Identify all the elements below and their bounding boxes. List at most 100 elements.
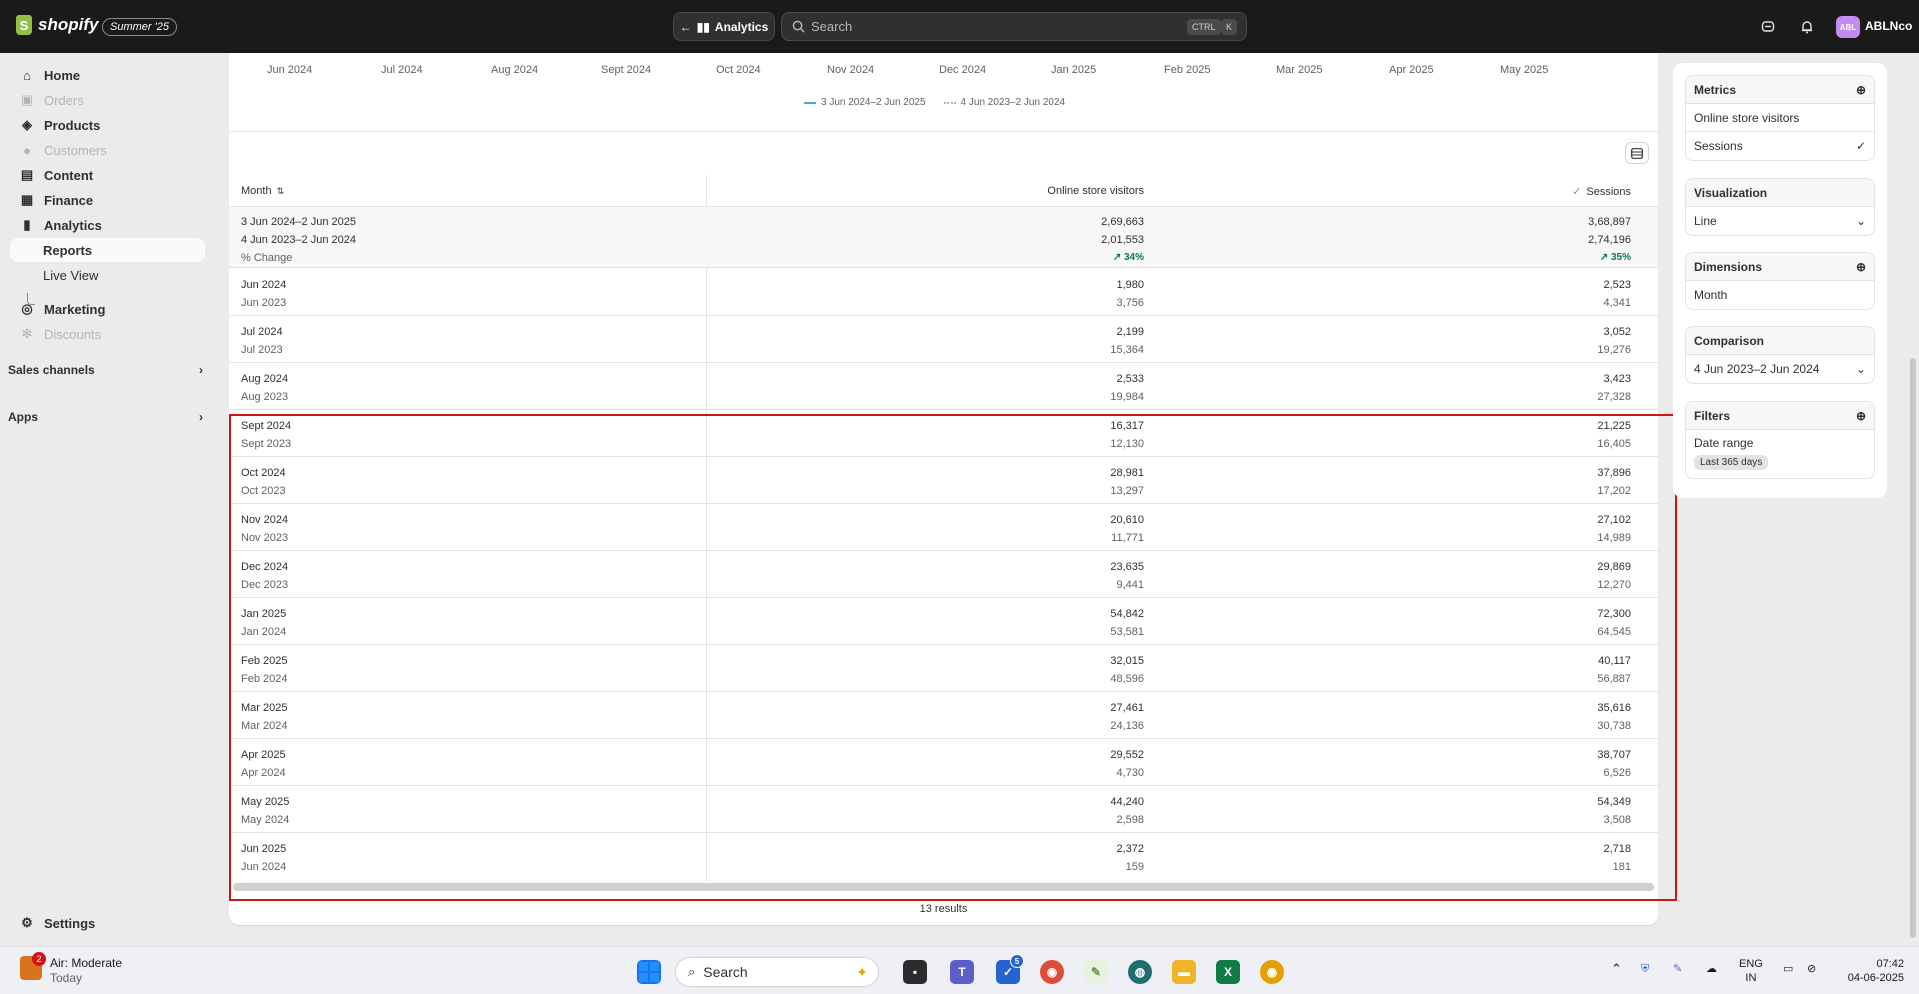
month-current: Mar 2025 <box>241 702 288 714</box>
sidebar-item-analytics[interactable]: ▮ Analytics <box>10 213 205 237</box>
todo-icon[interactable]: ✓ 5 <box>996 954 1024 984</box>
analytics-back-button[interactable]: ← ▮▮ Analytics <box>673 12 775 41</box>
store-name[interactable]: ABLNco <box>1865 19 1912 33</box>
chart-icon: ▮ <box>23 217 31 232</box>
volume-muted-icon[interactable]: ⊘ <box>1807 962 1816 976</box>
pen-app-icon[interactable]: ✎ <box>1084 960 1108 984</box>
visitors-previous: 159 <box>1125 861 1144 873</box>
column-header-visitors[interactable]: Online store visitors <box>1047 185 1144 197</box>
weather-widget[interactable]: 2 Air: Moderate Today <box>20 952 122 986</box>
apps-section[interactable]: Apps › <box>8 410 203 424</box>
comparison-select[interactable]: 4 Jun 2023–2 Jun 2024 ⌄ <box>1686 355 1874 383</box>
sidebar-item-marketing[interactable]: ◎ Marketing <box>10 297 205 321</box>
avatar[interactable]: ABL <box>1836 16 1860 38</box>
sidebar-item-home[interactable]: ⌂ Home <box>10 63 205 87</box>
arrow-up-right-icon: ↗ <box>1112 252 1122 263</box>
totals-row: 3 Jun 2024–2 Jun 2025 4 Jun 2023–2 Jun 2… <box>229 206 1658 268</box>
add-circle-icon[interactable]: ⊕ <box>1856 83 1866 97</box>
home-icon: ⌂ <box>23 67 31 83</box>
filter-date-range[interactable]: Date range Last 365 days <box>1686 430 1874 478</box>
display-icon[interactable]: ▭ <box>1783 962 1793 976</box>
sessions-previous: 17,202 <box>1597 485 1631 497</box>
sidebar-item-label: Content <box>44 167 94 183</box>
chrome-profile-icon[interactable]: ◉ <box>1260 960 1284 984</box>
lang-secondary: IN <box>1745 972 1757 984</box>
totals-sessions-change: ↗ 35% <box>1600 252 1631 263</box>
visitors-previous: 9,441 <box>1116 579 1144 591</box>
teams-icon[interactable]: T <box>950 960 974 984</box>
visitors-previous: 53,581 <box>1110 626 1144 638</box>
sidebar-item-content[interactable]: ▤ Content <box>10 163 205 187</box>
logo-text: shopify <box>38 15 99 34</box>
visitors-current: 54,842 <box>1110 608 1144 620</box>
taskbar-search[interactable]: ⌕ Search ✦ <box>675 957 879 987</box>
legend-current[interactable]: 3 Jun 2024–2 Jun 2025 <box>804 97 926 108</box>
x-tick: Feb 2025 <box>1164 64 1211 76</box>
notification-badge: 5 <box>1010 954 1024 968</box>
app-icon[interactable]: ◍ <box>1128 960 1152 984</box>
column-header-month[interactable]: Month ⇅ <box>241 185 284 197</box>
shopify-logo[interactable]: S shopify <box>16 15 98 35</box>
totals-change-label: % Change <box>241 252 293 264</box>
bell-icon[interactable] <box>1797 17 1817 37</box>
clock[interactable]: 07:42 04-06-2025 <box>1836 957 1904 985</box>
sales-channels-label: Sales channels <box>8 363 95 377</box>
metric-item-visitors[interactable]: Online store visitors <box>1686 104 1874 132</box>
task-view-icon[interactable]: ▪ <box>903 960 927 984</box>
add-circle-icon[interactable]: ⊕ <box>1856 409 1866 423</box>
vertical-scrollbar[interactable] <box>1910 358 1916 938</box>
table-row: Feb 2025 Feb 2024 32,015 48,596 40,117 56,887 <box>229 645 1658 692</box>
excel-icon[interactable]: X <box>1216 960 1240 984</box>
change-value: 35% <box>1610 252 1631 263</box>
metric-label: Sessions <box>1694 139 1743 153</box>
sidebar-item-label: Home <box>44 67 81 83</box>
chevron-up-icon[interactable]: ⌃ <box>1611 962 1622 976</box>
visualization-select[interactable]: Line ⌄ <box>1686 207 1874 235</box>
clock-date: 04-06-2025 <box>1847 972 1904 984</box>
search-input[interactable]: Search CTRL K <box>781 12 1247 41</box>
pen-icon[interactable]: ✎ <box>1673 962 1682 976</box>
metric-item-sessions[interactable]: Sessions ✓ <box>1686 132 1874 160</box>
month-previous: Jun 2024 <box>241 861 287 873</box>
cloud-offline-icon[interactable]: ☁ <box>1706 962 1717 976</box>
edition-badge: Summer '25 <box>102 18 177 36</box>
sidebar-item-finance[interactable]: ▦ Finance <box>10 188 205 212</box>
filter-chip[interactable]: Last 365 days <box>1694 455 1769 470</box>
add-circle-icon[interactable]: ⊕ <box>1856 260 1866 274</box>
visitors-previous: 3,756 <box>1116 297 1144 309</box>
dimension-item-month[interactable]: Month <box>1686 281 1874 309</box>
sidebar-item-products[interactable]: ◈ Products <box>10 113 205 137</box>
month-current: May 2025 <box>241 796 290 808</box>
x-tick: Oct 2024 <box>716 64 761 76</box>
file-explorer-icon[interactable]: ▬ <box>1172 960 1196 984</box>
table-row: Jan 2025 Jan 2024 54,842 53,581 72,300 64,545 <box>229 598 1658 645</box>
legend-label: 3 Jun 2024–2 Jun 2025 <box>821 97 926 108</box>
horizontal-scrollbar[interactable] <box>233 883 1654 891</box>
windows-start-icon[interactable] <box>637 960 661 984</box>
sidebar-item-live-view[interactable]: Live View <box>10 263 205 287</box>
column-header-sessions[interactable]: ✓ Sessions <box>1572 185 1631 199</box>
chat-icon[interactable] <box>1758 17 1778 37</box>
table-view-button[interactable] <box>1625 142 1649 164</box>
chrome-icon[interactable]: ◉ <box>1040 960 1064 984</box>
sales-channels-section[interactable]: Sales channels › <box>8 363 203 377</box>
section-title: Dimensions <box>1694 259 1763 274</box>
sessions-previous: 56,887 <box>1597 673 1631 685</box>
x-tick: Sept 2024 <box>601 64 652 76</box>
divider <box>229 131 1658 132</box>
month-current: Jan 2025 <box>241 608 287 620</box>
top-bar: S shopify Summer '25 ← ▮▮ Analytics Sear… <box>0 0 1919 53</box>
chevron-down-icon: ⌄ <box>1855 362 1866 376</box>
search-icon: ⌕ <box>688 964 696 979</box>
column-label: Sessions <box>1586 185 1631 198</box>
shield-icon[interactable]: ⛨ <box>1641 962 1649 976</box>
x-tick: Jan 2025 <box>1051 64 1097 76</box>
sidebar-item-reports[interactable]: Reports <box>10 238 205 262</box>
month-previous: Oct 2023 <box>241 485 286 497</box>
sidebar-item-settings[interactable]: ⚙ Settings <box>10 911 205 935</box>
search-icon <box>792 20 805 33</box>
filter-label: Date range <box>1694 436 1754 450</box>
legend-previous[interactable]: 4 Jun 2023–2 Jun 2024 <box>943 97 1065 108</box>
language-indicator[interactable]: ENG IN <box>1739 957 1763 985</box>
table-row: Mar 2025 Mar 2024 27,461 24,136 35,616 30,738 <box>229 692 1658 739</box>
